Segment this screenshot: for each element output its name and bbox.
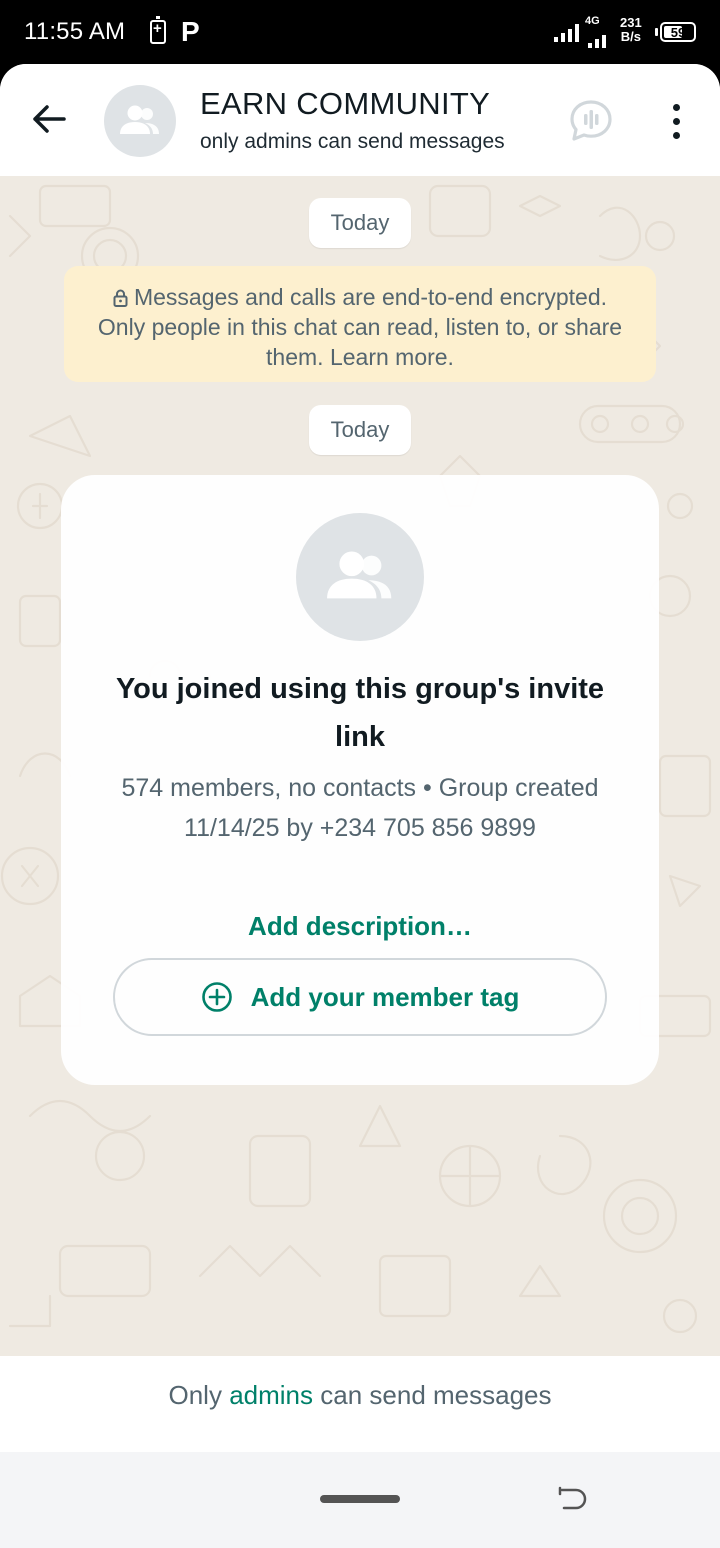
battery-level: 59: [670, 24, 686, 40]
add-circle-icon: [201, 982, 232, 1012]
joined-message: You joined using this group's invite lin…: [115, 673, 605, 753]
group-meta-info: 574 members, no contacts • Group created…: [121, 774, 599, 842]
call-add-icon: [570, 100, 612, 141]
more-options-button[interactable]: [660, 98, 692, 144]
admins-only-footer: Only admins can send messages: [0, 1356, 720, 1452]
voice-chat-button[interactable]: [568, 98, 614, 144]
chat-area[interactable]: Today Messages and calls are end-to-end …: [0, 176, 720, 1356]
group-icon: [120, 105, 159, 134]
encryption-text: Messages and calls are end-to-end encryp…: [97, 284, 623, 370]
status-time: 11:55 AM: [24, 18, 126, 45]
nav-back-icon[interactable]: [556, 1486, 590, 1516]
chat-screen: EARN COMMUNITY only admins can send mess…: [0, 64, 720, 1548]
p-notification-icon: P: [181, 16, 200, 47]
network-type: 4G: [585, 15, 600, 27]
battery-saver-icon: [150, 16, 166, 44]
group-icon: [327, 551, 392, 599]
network-speed: 231 B/s: [620, 15, 642, 44]
signal-2-icon: [588, 28, 613, 48]
add-member-tag-label: Add your member tag: [250, 981, 520, 1012]
admins-link[interactable]: admins: [229, 1380, 313, 1410]
add-description-link[interactable]: Add description…: [91, 911, 629, 942]
battery-tip: [655, 28, 658, 36]
back-button[interactable]: [24, 94, 74, 144]
chat-subtitle[interactable]: only admins can send messages: [200, 130, 540, 154]
group-avatar[interactable]: [104, 85, 176, 157]
group-avatar-large[interactable]: [296, 513, 424, 641]
add-member-tag-button[interactable]: Add your member tag: [113, 958, 607, 1036]
more-vert-icon: [672, 103, 680, 111]
system-navigation-bar: [0, 1452, 720, 1548]
status-bar: 11:55 AM P 4G 231 B/s 59: [0, 0, 720, 66]
date-chip: Today: [309, 198, 411, 248]
encryption-notice[interactable]: Messages and calls are end-to-end encryp…: [64, 266, 656, 382]
arrow-left-icon: [33, 105, 66, 133]
date-chip: Today: [309, 405, 411, 455]
battery-icon: 59: [660, 22, 696, 42]
signal-icon: [554, 22, 579, 42]
home-gesture-handle[interactable]: [320, 1495, 400, 1503]
chat-header: EARN COMMUNITY only admins can send mess…: [0, 64, 720, 176]
group-info-card: You joined using this group's invite lin…: [61, 475, 659, 1085]
chat-title[interactable]: EARN COMMUNITY: [200, 86, 490, 122]
lock-icon: [113, 289, 128, 307]
